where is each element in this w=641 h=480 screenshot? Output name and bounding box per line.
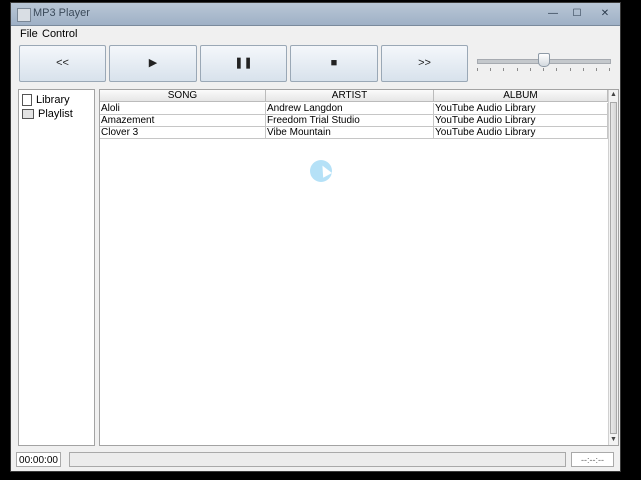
next-button[interactable]: >> — [381, 45, 468, 82]
player-window: MP3 Player — ☐ ✕ File Control << ▶ ❚❚ ■ … — [10, 2, 621, 472]
table-row[interactable]: Aloli Andrew Langdon YouTube Audio Libra… — [100, 103, 608, 115]
song-table: SONG ARTIST ALBUM Aloli Andrew Langdon Y… — [99, 89, 619, 446]
slider-tick — [543, 68, 544, 71]
cell-song: Amazement — [100, 115, 266, 126]
window-title: MP3 Player — [33, 7, 90, 19]
column-header-song[interactable]: SONG — [100, 90, 266, 102]
table-row[interactable]: Amazement Freedom Trial Studio YouTube A… — [100, 115, 608, 127]
cell-artist: Andrew Langdon — [266, 103, 434, 114]
stop-button[interactable]: ■ — [290, 45, 378, 82]
cell-album: YouTube Audio Library — [434, 127, 608, 138]
tree-item-playlist[interactable]: Playlist — [22, 108, 73, 120]
slider-tick — [556, 68, 557, 71]
maximize-button[interactable]: ☐ — [566, 6, 588, 21]
scrollbar-thumb[interactable] — [610, 102, 617, 434]
menu-bar: File Control — [11, 26, 620, 43]
cell-artist: Freedom Trial Studio — [266, 115, 434, 126]
close-button[interactable]: ✕ — [594, 6, 616, 21]
slider-tick — [609, 68, 610, 71]
mouse-cursor-highlight — [310, 160, 332, 182]
cell-album: YouTube Audio Library — [434, 103, 608, 114]
slider-tick — [517, 68, 518, 71]
cell-album: YouTube Audio Library — [434, 115, 608, 126]
cell-song: Aloli — [100, 103, 266, 114]
cell-song: Clover 3 — [100, 127, 266, 138]
status-bar: 00:00:00 --:--:-- — [11, 449, 620, 471]
app-icon — [17, 8, 31, 22]
tree-item-library[interactable]: Library — [22, 94, 70, 106]
minimize-button[interactable]: — — [542, 6, 564, 21]
slider-tick — [530, 68, 531, 71]
column-header-album[interactable]: ALBUM — [434, 90, 608, 102]
volume-slider-thumb[interactable] — [538, 53, 550, 67]
pointer-icon — [318, 163, 332, 178]
folder-icon — [22, 109, 34, 119]
cell-artist: Vibe Mountain — [266, 127, 434, 138]
column-header-artist[interactable]: ARTIST — [266, 90, 434, 102]
play-button[interactable]: ▶ — [109, 45, 197, 82]
slider-tick — [490, 68, 491, 71]
menu-file[interactable]: File — [20, 28, 38, 40]
previous-button[interactable]: << — [19, 45, 106, 82]
menu-control[interactable]: Control — [42, 28, 77, 40]
table-scrollbar[interactable]: ▲ ▼ — [608, 90, 618, 445]
track-progress-bar[interactable] — [69, 452, 566, 467]
tree-item-library-label: Library — [36, 94, 70, 106]
pause-button[interactable]: ❚❚ — [200, 45, 287, 82]
scroll-up-icon[interactable]: ▲ — [609, 90, 618, 100]
scroll-down-icon[interactable]: ▼ — [609, 435, 618, 445]
table-row[interactable]: Clover 3 Vibe Mountain YouTube Audio Lib… — [100, 127, 608, 139]
table-header: SONG ARTIST ALBUM — [100, 90, 608, 102]
slider-tick — [596, 68, 597, 71]
file-icon — [22, 94, 32, 106]
volume-slider-ticks — [477, 68, 611, 72]
elapsed-time: 00:00:00 — [16, 452, 61, 467]
slider-tick — [583, 68, 584, 71]
slider-tick — [503, 68, 504, 71]
slider-tick — [570, 68, 571, 71]
title-bar[interactable]: MP3 Player — ☐ ✕ — [11, 3, 620, 26]
tree-item-playlist-label: Playlist — [38, 108, 73, 120]
remaining-time: --:--:-- — [571, 452, 614, 467]
slider-tick — [477, 68, 478, 71]
library-tree: Library Playlist — [18, 89, 95, 446]
